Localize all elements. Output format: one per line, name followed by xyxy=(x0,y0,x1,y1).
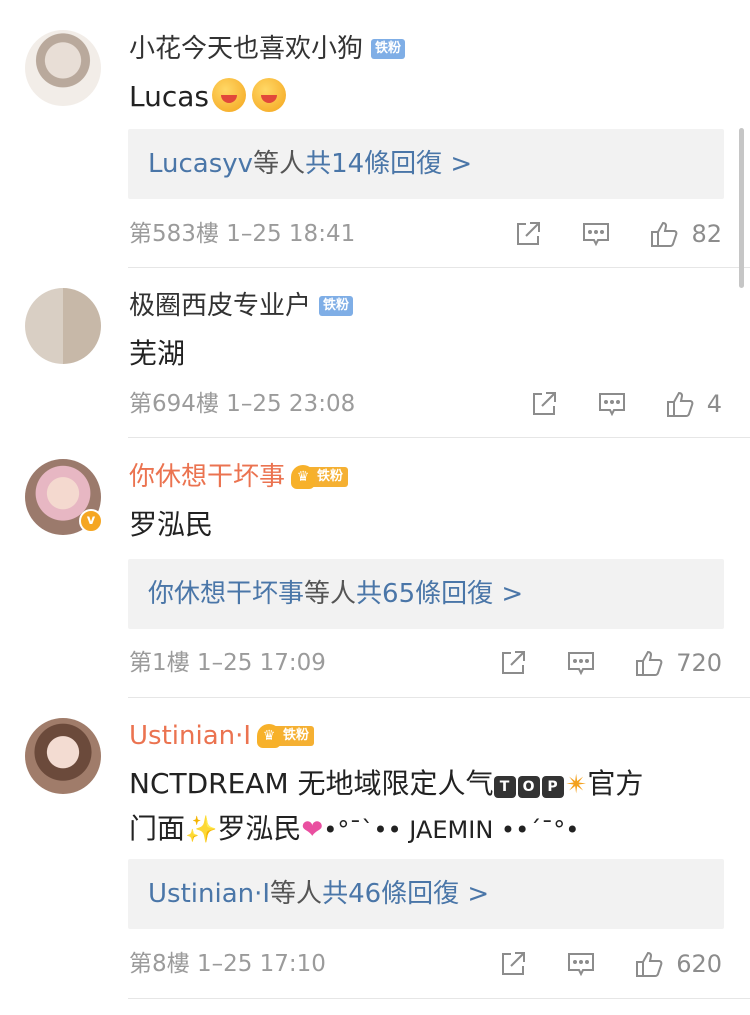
sparkles-emoji-icon: ✨ xyxy=(185,815,218,845)
avatar[interactable] xyxy=(25,288,101,364)
comment-content: NCTDREAM 无地域限定人气 T O P ✴官方 门面✨罗泓民❤•°¯`•• JAE… xyxy=(129,762,722,852)
avatar[interactable]: v xyxy=(25,459,103,535)
username-text[interactable]: 你休想干坏事 xyxy=(129,460,285,494)
content-line2-b: 罗泓民 xyxy=(217,812,302,845)
content-line2-c: •°¯`•• JAEMIN ••´¯°• xyxy=(323,816,580,844)
thumbs-up-icon xyxy=(665,389,695,419)
floor-time: 第1樓 1–25 17:09 xyxy=(129,650,326,676)
floor-time: 第694樓 1–25 23:08 xyxy=(129,391,356,417)
content-text: Lucas xyxy=(129,80,209,113)
username-text[interactable]: 小花今天也喜欢小狗 xyxy=(129,32,363,66)
heart-face-emoji-icon xyxy=(212,78,246,112)
share-button[interactable] xyxy=(498,949,528,979)
avatar[interactable] xyxy=(25,30,101,106)
top-tile: O xyxy=(517,776,540,798)
username[interactable]: 小花今天也喜欢小狗 铁粉 xyxy=(129,32,406,66)
share-button[interactable] xyxy=(513,219,543,249)
reply-preview[interactable]: Ustinian·I等人共46條回復 > xyxy=(128,859,724,929)
content-line1-a: NCTDREAM 无地域限定人气 xyxy=(129,767,494,800)
reply-user-link[interactable]: Lucasyv xyxy=(148,149,253,179)
thumbs-up-icon xyxy=(634,648,664,678)
vip-badge: ♛ 铁粉 xyxy=(291,465,349,489)
share-icon xyxy=(513,219,543,249)
share-icon xyxy=(498,949,528,979)
action-bar: 620 xyxy=(460,944,722,984)
comment-content: 罗泓民 xyxy=(129,503,722,547)
content-line2-a: 门面 xyxy=(129,812,186,845)
share-button[interactable] xyxy=(498,648,528,678)
comment-button[interactable] xyxy=(597,389,627,419)
action-bar: 82 xyxy=(475,214,722,254)
crown-icon: ♛ xyxy=(291,465,316,489)
reply-count-link[interactable]: 共46條回復 > xyxy=(322,879,489,909)
username-text[interactable]: 极圈西皮专业户 xyxy=(129,289,311,323)
like-button[interactable]: 720 xyxy=(634,643,722,683)
like-button[interactable]: 4 xyxy=(665,384,722,424)
like-count: 82 xyxy=(691,220,722,248)
reply-count-link[interactable]: 共14條回復 > xyxy=(305,149,472,179)
reply-mid: 等人 xyxy=(270,879,323,909)
vip-badge: ♛ 铁粉 xyxy=(257,724,315,748)
comment-feed: 小花今天也喜欢小狗 铁粉 Lucas Lucasyv等人共14條回復 > 第58… xyxy=(0,0,750,1015)
like-count: 4 xyxy=(706,390,722,418)
like-button[interactable]: 620 xyxy=(634,944,722,984)
reply-preview[interactable]: Lucasyv等人共14條回復 > xyxy=(128,129,724,199)
comment-content: 芜湖 xyxy=(129,332,722,376)
comment-meta: 第583樓 1–25 18:41 82 xyxy=(129,214,722,254)
thumbs-up-icon xyxy=(649,219,679,249)
share-icon xyxy=(529,389,559,419)
comment-button[interactable] xyxy=(566,949,596,979)
reply-mid: 等人 xyxy=(304,579,357,609)
verified-icon: v xyxy=(79,509,103,533)
divider xyxy=(128,437,750,438)
divider xyxy=(128,267,750,268)
fan-badge: 铁粉 xyxy=(319,296,354,316)
top-tile: P xyxy=(541,776,564,798)
scrollbar[interactable] xyxy=(739,128,744,288)
floor-time: 第583樓 1–25 18:41 xyxy=(129,221,356,247)
divider xyxy=(128,697,750,698)
reply-user-link[interactable]: 你休想干坏事 xyxy=(148,579,304,609)
username[interactable]: 极圈西皮专业户 铁粉 xyxy=(129,289,354,323)
like-count: 720 xyxy=(676,649,722,677)
crown-icon: ♛ xyxy=(257,724,282,748)
reply-mid: 等人 xyxy=(253,149,306,179)
reply-count-link[interactable]: 共65條回復 > xyxy=(356,579,523,609)
avatar[interactable] xyxy=(25,718,101,794)
fan-badge: 铁粉 xyxy=(371,39,406,59)
action-bar: 4 xyxy=(491,384,722,424)
comment-button[interactable] xyxy=(581,219,611,249)
username[interactable]: Ustinian·I ♛ 铁粉 xyxy=(129,719,315,753)
content-text: 罗泓民 xyxy=(129,508,214,541)
divider xyxy=(128,998,750,999)
reply-user-link[interactable]: Ustinian·I xyxy=(148,879,270,909)
like-button[interactable]: 82 xyxy=(649,214,722,254)
comment-meta: 第694樓 1–25 23:08 4 xyxy=(129,384,722,424)
sparkling-heart-emoji-icon: ❤ xyxy=(301,815,324,845)
username[interactable]: 你休想干坏事 ♛ 铁粉 xyxy=(129,460,349,494)
reply-preview[interactable]: 你休想干坏事等人共65條回復 > xyxy=(128,559,724,629)
comment-meta: 第1樓 1–25 17:09 720 xyxy=(129,643,722,683)
dizzy-emoji-icon: ✴ xyxy=(565,770,588,800)
floor-time: 第8樓 1–25 17:10 xyxy=(129,951,326,977)
action-bar: 720 xyxy=(460,643,722,683)
share-icon xyxy=(498,648,528,678)
comment-meta: 第8樓 1–25 17:10 620 xyxy=(129,944,722,984)
comment-icon xyxy=(597,389,627,419)
content-text: 芜湖 xyxy=(129,337,186,370)
content-line1-b: 官方 xyxy=(587,767,644,800)
like-count: 620 xyxy=(676,950,722,978)
comment-content: Lucas xyxy=(129,75,722,119)
comment-icon xyxy=(566,648,596,678)
heart-face-emoji-icon xyxy=(252,78,286,112)
top-tile: T xyxy=(493,776,516,798)
share-button[interactable] xyxy=(529,389,559,419)
thumbs-up-icon xyxy=(634,949,664,979)
username-text[interactable]: Ustinian·I xyxy=(129,719,251,753)
comment-button[interactable] xyxy=(566,648,596,678)
comment-icon xyxy=(581,219,611,249)
comment-icon xyxy=(566,949,596,979)
